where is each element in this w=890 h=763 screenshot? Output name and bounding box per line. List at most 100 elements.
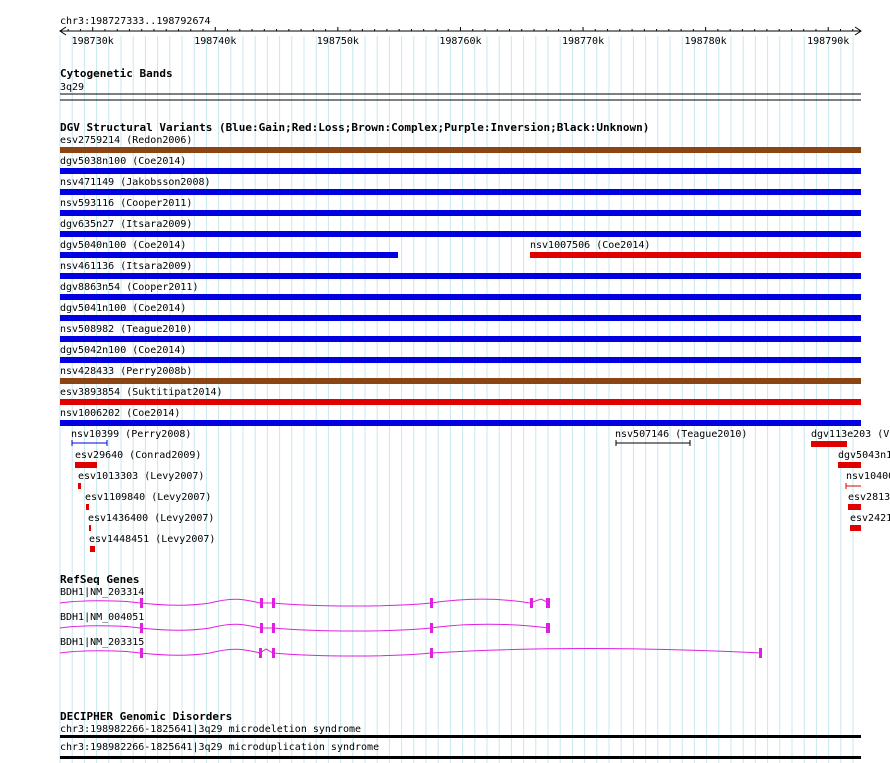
- feature-bar: [60, 252, 398, 258]
- feature-label: nsv461136 (Itsara2009): [60, 261, 192, 272]
- feature-bar: [60, 168, 861, 174]
- feature-label: nsv508982 (Teague2010): [60, 324, 192, 335]
- dgv-row[interactable]: nsv1006202 (Coe2014): [60, 408, 861, 426]
- ruler-tick-label: 198760k: [439, 36, 481, 47]
- dgv-feature-nsv507146[interactable]: nsv507146 (Teague2010): [615, 429, 747, 446]
- ruler-tick-label: 198730k: [72, 36, 114, 47]
- feature-bar: [60, 399, 861, 405]
- ruler-tick-label: 198740k: [194, 36, 236, 47]
- feature-label: nsv1007506 (Coe2014): [530, 240, 650, 251]
- feature-label: esv1109840 (Levy2007): [85, 492, 211, 503]
- refseq-track: RefSeq Genes BDH1|NM_203314 BDH1|NM_0040…: [59, 573, 763, 658]
- feature-bar: [78, 483, 81, 489]
- dgv-feature-esv1436400[interactable]: esv1436400 (Levy2007): [88, 513, 214, 531]
- genome-browser-tracks: chr3:198727333..198792674 198730k 198740k…: [59, 16, 890, 763]
- feature-label: chr3:198982266-1825641|3q29 microdeletio…: [60, 724, 361, 735]
- dgv-feature-esv1448451[interactable]: esv1448451 (Levy2007): [89, 534, 215, 552]
- feature-bar: [60, 420, 861, 426]
- dgv-row[interactable]: dgv635n27 (Itsara2009): [60, 219, 861, 237]
- refseq-track-title: RefSeq Genes: [60, 573, 139, 586]
- decipher-track-title: DECIPHER Genomic Disorders: [60, 710, 232, 723]
- feature-label: nsv428433 (Perry2008b): [60, 366, 192, 377]
- feature-label: esv3893854 (Suktitipat2014): [60, 387, 223, 398]
- cytoband-label: 3q29: [60, 82, 84, 93]
- feature-bar: [530, 252, 861, 258]
- feature-bar: [811, 441, 847, 447]
- feature-label: dgv5043n1: [838, 450, 890, 461]
- dgv-row[interactable]: nsv471149 (Jakobsson2008): [60, 177, 861, 195]
- feature-label: nsv507146 (Teague2010): [615, 429, 747, 440]
- feature-label: esv1436400 (Levy2007): [88, 513, 214, 524]
- ruler-tick-label: 198790k: [807, 36, 849, 47]
- decipher-feature-microduplication[interactable]: chr3:198982266-1825641|3q29 microduplica…: [60, 742, 861, 759]
- feature-bar: [90, 546, 95, 552]
- dgv-feature-dgv5043n1[interactable]: dgv5043n1: [838, 450, 890, 468]
- feature-label: dgv113e203 (Vo: [811, 429, 890, 440]
- dgv-feature-nsv10400[interactable]: nsv10400: [845, 471, 890, 489]
- dgv-row[interactable]: dgv8863n54 (Cooper2011): [60, 282, 861, 300]
- feature-label: esv1448451 (Levy2007): [89, 534, 215, 545]
- gene-intron-line: [59, 648, 763, 657]
- feature-bar: [60, 357, 861, 363]
- feature-label: dgv5041n100 (Coe2014): [60, 303, 186, 314]
- feature-label: dgv8863n54 (Cooper2011): [60, 282, 198, 293]
- feature-label: nsv10399 (Perry2008): [71, 429, 191, 440]
- feature-bar: [848, 504, 861, 510]
- dgv-feature-nsv1007506[interactable]: nsv1007506 (Coe2014): [530, 240, 861, 258]
- feature-bar: [850, 525, 861, 531]
- feature-bar: [60, 189, 861, 195]
- feature-bar: [60, 147, 861, 153]
- gene-bdh1-nm-203315[interactable]: BDH1|NM_203315: [59, 637, 763, 658]
- feature-label: esv29640 (Conrad2009): [75, 450, 201, 461]
- feature-bar: [60, 756, 861, 759]
- cytoband-track[interactable]: Cytogenetic Bands 3q29: [60, 67, 861, 101]
- dgv-row[interactable]: nsv593116 (Cooper2011): [60, 198, 861, 216]
- feature-label: dgv5042n100 (Coe2014): [60, 345, 186, 356]
- feature-label: nsv10400: [846, 471, 890, 482]
- ruler-ticks: 198730k 198740k 198750k 198760k 198770k 19878…: [67, 27, 854, 47]
- feature-label: dgv635n27 (Itsara2009): [60, 219, 192, 230]
- dgv-feature-esv1109840[interactable]: esv1109840 (Levy2007): [85, 492, 211, 510]
- feature-bar: [60, 378, 861, 384]
- gene-label: BDH1|NM_004051: [60, 612, 144, 623]
- dgv-row[interactable]: esv3893854 (Suktitipat2014): [60, 387, 861, 405]
- cytoband-track-title: Cytogenetic Bands: [60, 67, 173, 80]
- feature-bar: [86, 504, 89, 510]
- feature-bar: [60, 735, 861, 738]
- dgv-feature-dgv113e203[interactable]: dgv113e203 (Vo: [811, 429, 890, 447]
- ruler-tick-label: 198770k: [562, 36, 604, 47]
- dgv-row[interactable]: nsv508982 (Teague2010): [60, 324, 861, 342]
- feature-label: esv2759214 (Redon2006): [60, 135, 192, 146]
- feature-label: chr3:198982266-1825641|3q29 microduplica…: [60, 742, 379, 753]
- feature-bar: [838, 462, 861, 468]
- gene-label: BDH1|NM_203314: [60, 587, 144, 598]
- dgv-row[interactable]: dgv5042n100 (Coe2014): [60, 345, 861, 363]
- dgv-row[interactable]: dgv5040n100 (Coe2014): [60, 240, 398, 258]
- ruler: chr3:198727333..198792674 198730k 198740k…: [59, 16, 862, 47]
- dgv-row[interactable]: esv2759214 (Redon2006): [60, 135, 861, 153]
- gene-label: BDH1|NM_203315: [60, 637, 144, 648]
- feature-label: esv2421: [850, 513, 890, 524]
- dgv-row[interactable]: dgv5038n100 (Coe2014): [60, 156, 861, 174]
- feature-bar: [89, 525, 91, 531]
- feature-label: nsv471149 (Jakobsson2008): [60, 177, 211, 188]
- feature-bar: [60, 273, 861, 279]
- dgv-row[interactable]: nsv461136 (Itsara2009): [60, 261, 861, 279]
- feature-label: dgv5040n100 (Coe2014): [60, 240, 186, 251]
- dgv-feature-nsv10399[interactable]: nsv10399 (Perry2008): [71, 429, 191, 446]
- dgv-full-rows: esv2759214 (Redon2006) dgv5038n100 (Coe20…: [60, 135, 861, 426]
- ruler-tick-label: 198780k: [685, 36, 727, 47]
- dgv-feature-esv2421[interactable]: esv2421: [850, 513, 890, 531]
- ruler-position: chr3:198727333..198792674: [60, 16, 211, 27]
- ruler-tick-label: 198750k: [317, 36, 359, 47]
- feature-bar: [60, 315, 861, 321]
- decipher-feature-microdeletion[interactable]: chr3:198982266-1825641|3q29 microdeletio…: [60, 724, 861, 738]
- decipher-track: DECIPHER Genomic Disorders chr3:19898226…: [60, 710, 861, 759]
- dgv-feature-esv2813[interactable]: esv2813: [848, 492, 890, 510]
- feature-label: dgv5038n100 (Coe2014): [60, 156, 186, 167]
- feature-label: esv2813: [848, 492, 890, 503]
- feature-label: esv1013303 (Levy2007): [78, 471, 204, 482]
- dgv-row[interactable]: nsv428433 (Perry2008b): [60, 366, 861, 384]
- dgv-row[interactable]: dgv5041n100 (Coe2014): [60, 303, 861, 321]
- feature-label: nsv1006202 (Coe2014): [60, 408, 180, 419]
